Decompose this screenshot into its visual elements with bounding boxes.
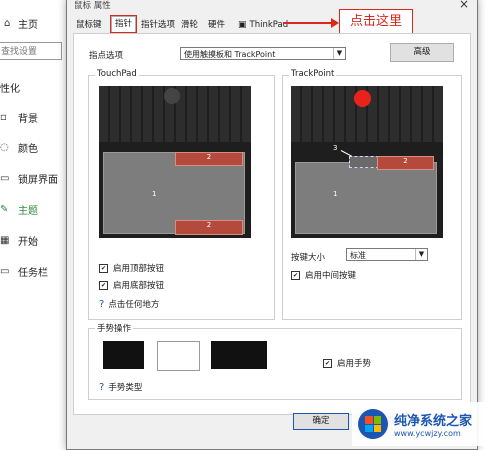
- dialog-title: 鼠标 属性: [74, 1, 111, 11]
- sidebar-item-label: 任务栏: [18, 268, 48, 279]
- mouse-properties-dialog: 鼠标 属性 × 鼠标键 指针 指针选项 滑轮 硬件 ▣ ThinkPad 点击这…: [66, 0, 478, 450]
- enable-bottom-buttons-checkbox[interactable]: ✔ 启用底部按钮: [99, 279, 164, 291]
- thinkpad-icon: ▣: [238, 20, 247, 30]
- checkbox-label: 启用手势: [337, 359, 372, 369]
- callout-number: 3: [333, 144, 338, 152]
- gestures-title: 手势操作: [95, 322, 134, 334]
- tab-hardware[interactable]: 硬件: [205, 18, 228, 32]
- sidebar-item-background[interactable]: ▫ 背景: [0, 110, 38, 125]
- pointing-select[interactable]: 使用触摸板和 TrackPoint ▼: [180, 47, 346, 60]
- button-size-label: 按键大小: [291, 253, 326, 263]
- zone-number: 1: [333, 190, 338, 198]
- gesture-rotate-icon: [103, 341, 144, 369]
- theme-icon: ✎: [0, 204, 9, 215]
- help-label: 点击任何地方: [108, 300, 160, 310]
- sidebar-item-lockscreen[interactable]: ▭ 锁屏界面: [0, 171, 58, 186]
- pointing-select-value: 使用触摸板和 TrackPoint: [184, 50, 276, 59]
- help-icon: ?: [99, 381, 105, 393]
- trackpoint-middle-zone[interactable]: [349, 156, 379, 168]
- watermark-logo: 纯净系统之家 www.ycwjzy.com: [352, 402, 500, 446]
- pointing-label: 指点选项: [89, 51, 124, 61]
- touchpad-title: TouchPad: [95, 69, 139, 79]
- help-icon: ?: [99, 298, 105, 310]
- touchpad-bottom-zone[interactable]: 2: [175, 220, 243, 235]
- trackpoint-right-zone[interactable]: 2: [377, 156, 434, 170]
- tab-wheel[interactable]: 滑轮: [178, 18, 201, 32]
- palette-icon: ◌: [0, 142, 9, 153]
- section-title: 性化: [0, 84, 20, 95]
- touchpad-top-zone[interactable]: 2: [175, 152, 243, 166]
- chevron-down-icon: ▼: [333, 48, 345, 59]
- sidebar-item-label: 锁屏界面: [18, 175, 58, 186]
- zone-number: 2: [403, 157, 408, 165]
- sidebar-item-start[interactable]: ▦ 开始: [0, 233, 38, 248]
- thinkpad-panel: 指点选项 使用触摸板和 TrackPoint ▼ 高级 TouchPad 2 1…: [73, 33, 471, 415]
- touchpad-group: TouchPad 2 1 2 ✔ 启用顶部按钮 ✔ 启用底部按钮 ? 点击任何地…: [88, 69, 275, 320]
- start-icon: ▦: [0, 235, 10, 246]
- enable-top-buttons-checkbox[interactable]: ✔ 启用顶部按钮: [99, 262, 164, 274]
- checkbox-checked-icon: ✔: [323, 358, 332, 368]
- callout-text: 点击这里: [349, 14, 402, 29]
- sidebar-item-color[interactable]: ◌ 颜色: [0, 140, 38, 155]
- lock-screen-icon: ▭: [0, 173, 10, 184]
- checkbox-checked-icon: ✔: [291, 270, 300, 280]
- trackpoint-nub: [164, 88, 180, 104]
- watermark-brand: 纯净系统之家: [394, 414, 473, 429]
- checkbox-checked-icon: ✔: [99, 263, 108, 273]
- trackpoint-touchpad-surface: [295, 162, 437, 234]
- callout-arrowhead: [331, 18, 339, 28]
- checkbox-label: 启用底部按钮: [113, 281, 165, 291]
- tab-thinkpad-label: ThinkPad: [249, 20, 289, 30]
- trackpoint-image: 3 2 1: [291, 86, 443, 238]
- checkbox-label: 启用中间按键: [305, 271, 357, 281]
- help-gesture-types[interactable]: ? 手势类型: [99, 381, 143, 394]
- taskbar-icon: ▭: [0, 266, 10, 277]
- sidebar-item-label: 主题: [18, 206, 38, 217]
- sidebar-item-label: 颜色: [18, 144, 38, 155]
- windows-logo-icon: [358, 409, 388, 439]
- sidebar-item-label: 背景: [18, 114, 38, 125]
- search-input[interactable]: 查找设置: [0, 42, 62, 60]
- zone-number: 1: [152, 190, 157, 198]
- sidebar-home[interactable]: ⌂ 主页: [4, 16, 38, 31]
- tab-buttons[interactable]: 鼠标键: [73, 18, 105, 32]
- image-icon: ▫: [0, 112, 7, 123]
- checkbox-label: 启用顶部按钮: [113, 264, 165, 274]
- gesture-three-finger-icon: [157, 341, 200, 371]
- sidebar-item-taskbar[interactable]: ▭ 任务栏: [0, 264, 48, 279]
- chevron-down-icon: ▼: [415, 249, 427, 260]
- tab-thinkpad[interactable]: ▣ ThinkPad: [235, 18, 291, 32]
- callout-arrow: [283, 22, 335, 24]
- close-icon[interactable]: ×: [459, 0, 469, 11]
- sidebar-home-label: 主页: [18, 20, 38, 31]
- tab-pointers[interactable]: 指针: [109, 15, 138, 33]
- enable-middle-button-checkbox[interactable]: ✔ 启用中间按键: [291, 269, 356, 281]
- gestures-group: 手势操作 ✔ 启用手势 ? 手势类型: [88, 322, 462, 400]
- advanced-button[interactable]: 高级: [390, 43, 454, 62]
- trackpoint-red-nub: [354, 90, 371, 107]
- help-click-anywhere[interactable]: ? 点击任何地方: [99, 298, 160, 311]
- callout-box: 点击这里: [339, 9, 413, 35]
- button-size-value: 标准: [350, 251, 366, 260]
- zone-number: 2: [206, 221, 212, 229]
- ok-button[interactable]: 确定: [293, 413, 349, 430]
- checkbox-checked-icon: ✔: [99, 280, 108, 290]
- zone-number: 2: [206, 153, 212, 161]
- trackpoint-title: TrackPoint: [289, 69, 337, 79]
- search-placeholder: 查找设置: [1, 47, 38, 57]
- help-label: 手势类型: [108, 383, 143, 393]
- enable-gestures-checkbox[interactable]: ✔ 启用手势: [323, 357, 371, 369]
- watermark-url: www.ycwjzy.com: [394, 429, 461, 438]
- trackpoint-group: TrackPoint 3 2 1 按键大小 标准 ▼ ✔ 启用中间按键: [282, 69, 462, 320]
- touchpad-image: 2 1 2: [99, 86, 251, 238]
- gesture-swipe-icon: [211, 341, 267, 369]
- button-size-select[interactable]: 标准 ▼: [346, 248, 428, 261]
- sidebar-item-label: 开始: [18, 237, 38, 248]
- sidebar-item-theme[interactable]: ✎ 主题: [0, 202, 38, 217]
- tab-pointer-options[interactable]: 指针选项: [138, 18, 178, 32]
- home-icon: ⌂: [4, 18, 11, 29]
